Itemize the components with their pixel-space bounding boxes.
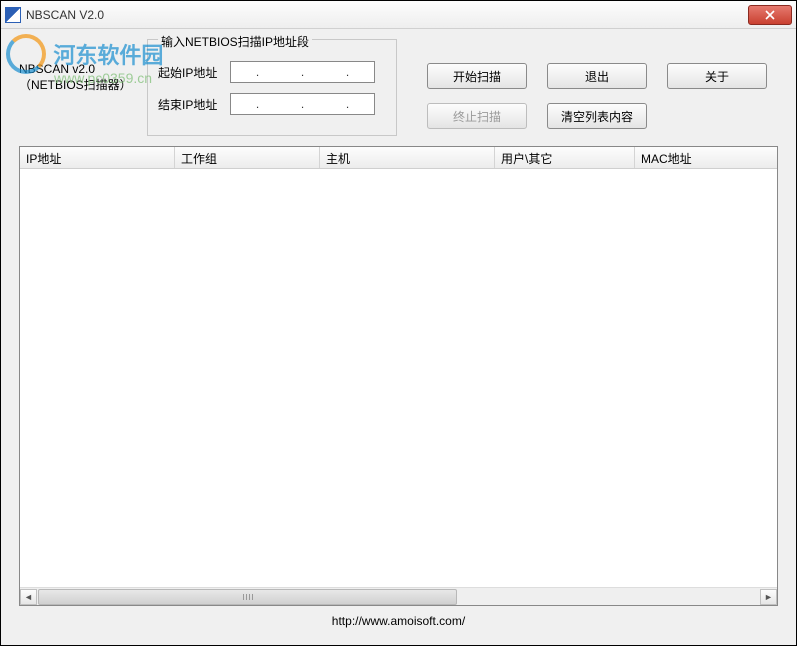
app-icon bbox=[5, 7, 21, 23]
ip-group-title: 输入NETBIOS扫描IP地址段 bbox=[158, 33, 312, 50]
app-name: NBSCAN v2.0 bbox=[19, 61, 137, 77]
end-ip-label: 结束IP地址 bbox=[158, 96, 230, 113]
stop-scan-button: 终止扫描 bbox=[427, 103, 527, 129]
table-body[interactable] bbox=[20, 169, 777, 587]
table-header: IP地址 工作组 主机 用户\其它 MAC地址 bbox=[20, 147, 777, 169]
ip-range-group: 输入NETBIOS扫描IP地址段 起始IP地址 ... 结束IP地址 ... bbox=[147, 39, 397, 136]
col-mac[interactable]: MAC地址 bbox=[635, 147, 777, 168]
end-ip-input[interactable]: ... bbox=[230, 93, 375, 115]
app-label: NBSCAN v2.0 （NETBIOS扫描器） bbox=[19, 39, 137, 93]
table-row bbox=[20, 169, 777, 186]
scroll-left-arrow-icon[interactable]: ◄ bbox=[20, 589, 37, 605]
end-ip-row: 结束IP地址 ... bbox=[158, 93, 386, 115]
about-button[interactable]: 关于 bbox=[667, 63, 767, 89]
close-button[interactable] bbox=[748, 5, 792, 25]
col-workgroup[interactable]: 工作组 bbox=[175, 147, 320, 168]
titlebar: NBSCAN V2.0 bbox=[1, 1, 796, 29]
scroll-track[interactable] bbox=[37, 589, 760, 605]
app-subtitle: （NETBIOS扫描器） bbox=[19, 77, 137, 93]
scroll-right-arrow-icon[interactable]: ► bbox=[760, 589, 777, 605]
results-table: IP地址 工作组 主机 用户\其它 MAC地址 ◄ ► bbox=[19, 146, 778, 606]
start-ip-input[interactable]: ... bbox=[230, 61, 375, 83]
clear-list-button[interactable]: 清空列表内容 bbox=[547, 103, 647, 129]
col-host[interactable]: 主机 bbox=[320, 147, 495, 168]
footer-url: http://www.amoisoft.com/ bbox=[1, 614, 796, 628]
horizontal-scrollbar[interactable]: ◄ ► bbox=[20, 587, 777, 605]
window-title: NBSCAN V2.0 bbox=[26, 8, 748, 22]
start-ip-label: 起始IP地址 bbox=[158, 64, 230, 81]
start-ip-row: 起始IP地址 ... bbox=[158, 61, 386, 83]
col-user[interactable]: 用户\其它 bbox=[495, 147, 635, 168]
scroll-thumb[interactable] bbox=[38, 589, 457, 605]
close-icon bbox=[765, 10, 775, 20]
col-ip[interactable]: IP地址 bbox=[20, 147, 175, 168]
button-grid: 开始扫描 退出 关于 终止扫描 清空列表内容 bbox=[427, 63, 767, 131]
exit-button[interactable]: 退出 bbox=[547, 63, 647, 89]
top-panel: NBSCAN v2.0 （NETBIOS扫描器） 输入NETBIOS扫描IP地址… bbox=[1, 29, 796, 142]
start-scan-button[interactable]: 开始扫描 bbox=[427, 63, 527, 89]
client-area: 河东软件园 www.pc0359.cn NBSCAN v2.0 （NETBIOS… bbox=[1, 29, 796, 645]
